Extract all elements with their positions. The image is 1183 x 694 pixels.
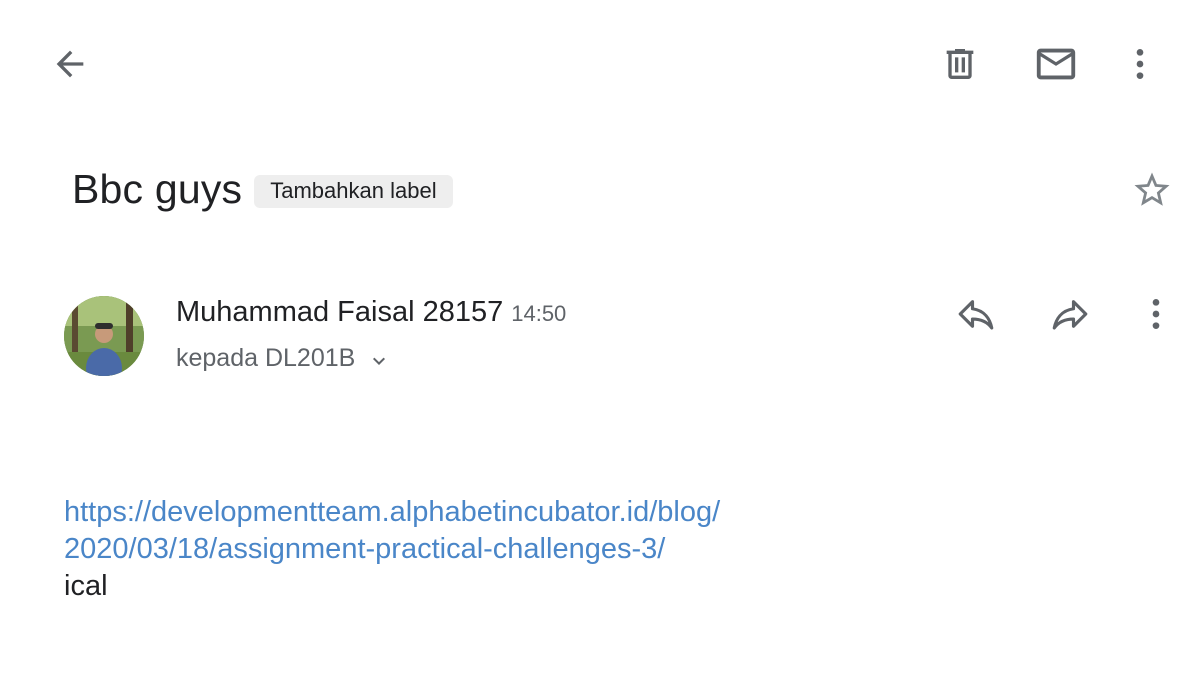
mail-icon bbox=[1036, 48, 1076, 80]
body-link-line-1[interactable]: https://developmentteam.alphabetincubato… bbox=[64, 494, 720, 531]
sender-name: Muhammad Faisal 28157 bbox=[176, 296, 504, 328]
reply-icon bbox=[958, 300, 994, 330]
forward-button[interactable] bbox=[1046, 290, 1094, 338]
star-button[interactable] bbox=[1128, 166, 1176, 214]
avatar[interactable] bbox=[64, 296, 144, 376]
overflow-menu-button[interactable] bbox=[1116, 40, 1164, 88]
recipients-label: kepada DL201B bbox=[176, 344, 356, 372]
back-button[interactable] bbox=[46, 40, 94, 88]
arrow-back-icon bbox=[56, 50, 84, 78]
recipients-toggle[interactable]: kepada DL201B bbox=[176, 344, 391, 373]
more-vert-icon bbox=[1136, 49, 1144, 79]
chevron-down-icon bbox=[373, 357, 386, 365]
avatar-photo bbox=[64, 296, 144, 376]
forward-icon bbox=[1052, 300, 1088, 330]
message-body: https://developmentteam.alphabetincubato… bbox=[64, 494, 720, 605]
body-link-line-2[interactable]: 2020/03/18/assignment-practical-challeng… bbox=[64, 531, 720, 568]
email-subject: Bbc guys bbox=[72, 166, 243, 212]
message-time: 14:50 bbox=[511, 301, 567, 326]
star-outline-icon bbox=[1134, 172, 1170, 206]
body-text: ical bbox=[64, 570, 108, 602]
add-label-chip[interactable]: Tambahkan label bbox=[254, 175, 453, 208]
reply-button[interactable] bbox=[952, 290, 1000, 338]
sender-name-line: Muhammad Faisal 28157 14:50 bbox=[176, 296, 566, 329]
subject-row: Bbc guys Tambahkan label bbox=[72, 166, 453, 213]
more-vert-icon bbox=[1152, 299, 1160, 329]
mark-unread-button[interactable] bbox=[1030, 40, 1082, 88]
trash-icon bbox=[946, 49, 974, 79]
delete-button[interactable] bbox=[936, 40, 984, 88]
message-more-button[interactable] bbox=[1132, 290, 1180, 338]
